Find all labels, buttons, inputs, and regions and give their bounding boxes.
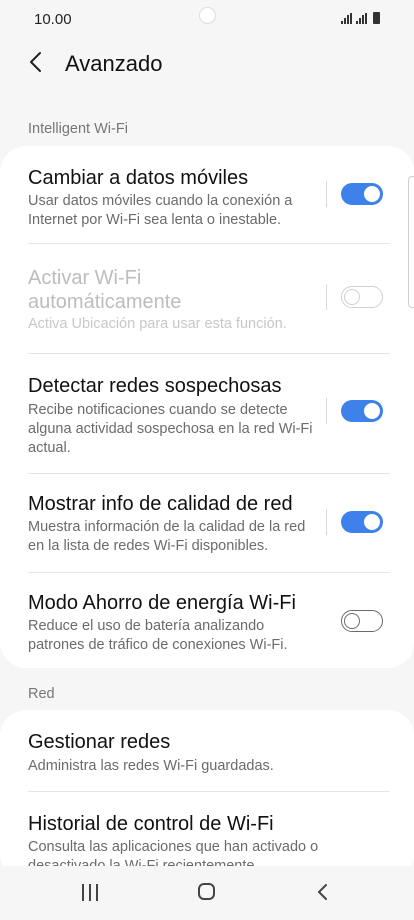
- toggle-cambiar-datos[interactable]: [341, 183, 383, 205]
- toggle-ahorro-energia[interactable]: [341, 610, 383, 632]
- toggle-mostrar-info[interactable]: [341, 511, 383, 533]
- recent-apps-icon[interactable]: [82, 884, 98, 901]
- separator: [326, 509, 327, 535]
- network-description: Administra las redes Wi-Fi guardadas.: [28, 758, 274, 774]
- separator: [326, 284, 327, 310]
- scrollbar[interactable]: [408, 176, 414, 308]
- home-icon[interactable]: [198, 883, 215, 900]
- setting-description: Recibe notificaciones cuando se detecte …: [28, 402, 313, 456]
- setting-description: Muestra información de la calidad de la …: [28, 519, 306, 554]
- setting-row-detectar-redes[interactable]: Detectar redes sospechosas Recibe notifi…: [0, 354, 414, 472]
- setting-description: Usar datos móviles cuando la conexión a …: [28, 193, 293, 228]
- section-header-intelligent-wifi: Intelligent Wi-Fi: [28, 121, 128, 137]
- page-title: Avanzado: [65, 51, 163, 76]
- setting-row-activar-wifi[interactable]: Activar Wi-Fi automáticamente Activa Ubi…: [0, 244, 414, 352]
- network-title: Gestionar redes: [28, 731, 171, 753]
- separator: [326, 398, 327, 424]
- cell-signal-icon: [356, 13, 367, 24]
- red-card: Gestionar redes Administra las redes Wi-…: [0, 710, 414, 880]
- top-bar: Avanzado: [0, 40, 414, 88]
- nav-back-icon[interactable]: [314, 883, 332, 901]
- network-title: Historial de control de Wi-Fi: [28, 813, 274, 835]
- setting-title: Detectar redes sospechosas: [28, 375, 282, 397]
- toggle-detectar-redes[interactable]: [341, 400, 383, 422]
- intelligent-wifi-card: Cambiar a datos móviles Usar datos móvil…: [0, 146, 414, 668]
- setting-row-cambiar-datos[interactable]: Cambiar a datos móviles Usar datos móvil…: [0, 146, 414, 242]
- setting-description: Reduce el uso de batería analizando patr…: [28, 618, 288, 653]
- status-bar: 10.00: [0, 0, 414, 38]
- status-icons: [341, 12, 380, 24]
- wifi-signal-icon: [341, 13, 352, 24]
- setting-title: Cambiar a datos móviles: [28, 167, 249, 189]
- toggle-activar-wifi[interactable]: [341, 286, 383, 308]
- section-header-red: Red: [28, 686, 55, 702]
- back-arrow-icon[interactable]: [24, 50, 48, 74]
- setting-title: Modo Ahorro de energía Wi-Fi: [28, 592, 296, 614]
- setting-title: Mostrar info de calidad de red: [28, 493, 293, 515]
- battery-icon: [373, 12, 380, 24]
- status-time: 10.00: [34, 11, 72, 28]
- setting-description: Activa Ubicación para usar esta función.: [28, 316, 287, 332]
- separator: [326, 181, 327, 207]
- setting-title: Activar Wi-Fi automáticamente: [28, 267, 182, 313]
- camera-cutout: [199, 7, 216, 24]
- navigation-bar: [0, 866, 414, 920]
- setting-row-mostrar-info[interactable]: Mostrar info de calidad de red Muestra i…: [0, 474, 414, 572]
- setting-row-ahorro-energia[interactable]: Modo Ahorro de energía Wi-Fi Reduce el u…: [0, 573, 414, 668]
- network-row-gestionar[interactable]: Gestionar redes Administra las redes Wi-…: [0, 710, 414, 790]
